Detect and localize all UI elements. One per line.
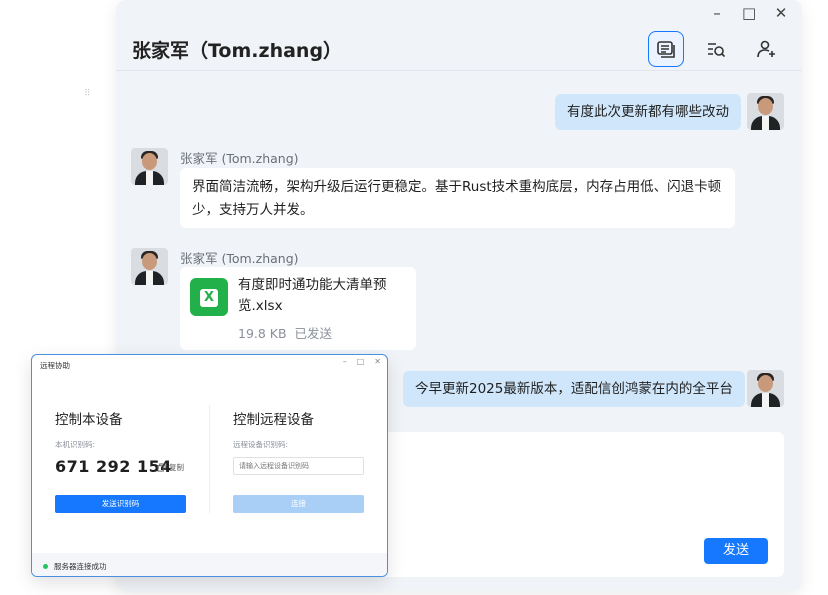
contact-avatar[interactable] xyxy=(131,148,168,185)
chat-history-button[interactable] xyxy=(648,31,684,67)
chat-history-icon xyxy=(657,41,675,58)
file-name: 有度即时通功能大清单预览.xlsx xyxy=(238,277,387,314)
header-toolbar xyxy=(648,31,784,67)
minimize-button[interactable]: – xyxy=(710,4,724,22)
local-code-label: 本机识别码: xyxy=(55,440,96,449)
close-button[interactable]: ✕ xyxy=(774,4,788,22)
search-messages-button[interactable] xyxy=(698,31,734,67)
my-avatar[interactable] xyxy=(747,93,784,130)
message-bubble-outgoing: 今早更新2025最新版本，适配信创鸿蒙在内的全平台 xyxy=(403,371,745,407)
file-attachment[interactable]: X 有度即时通功能大清单预览.xlsx 19.8 KB 已发送 xyxy=(180,267,416,350)
sender-name: 张家军 (Tom.zhang) xyxy=(180,251,299,266)
remote-window-controls: – □ ✕ xyxy=(343,357,381,366)
add-member-button[interactable] xyxy=(748,31,784,67)
maximize-button[interactable]: □ xyxy=(742,4,756,22)
local-device-code: 671 292 154 xyxy=(55,457,172,476)
send-button[interactable]: 发送 xyxy=(704,538,768,564)
copy-label: 复制 xyxy=(169,463,184,472)
sidebar-placeholder-icon: ⠿ xyxy=(84,89,91,99)
remote-maximize-button[interactable]: □ xyxy=(357,357,365,366)
copy-button[interactable]: 复制 xyxy=(157,462,184,473)
file-size: 19.8 KB xyxy=(238,326,287,341)
remote-code-input[interactable] xyxy=(233,457,364,475)
remote-code-label: 远程设备识别码: xyxy=(233,440,289,449)
connect-button[interactable]: 连接 xyxy=(233,495,364,513)
window-controls: – □ ✕ xyxy=(710,4,788,22)
contact-avatar[interactable] xyxy=(131,248,168,285)
remote-device-title: 控制远程设备 xyxy=(233,412,314,428)
my-avatar[interactable] xyxy=(747,370,784,407)
status-indicator-icon xyxy=(43,564,48,569)
connection-status: 服务器连接成功 xyxy=(54,562,107,571)
header-divider xyxy=(116,70,802,71)
column-divider xyxy=(209,405,210,513)
local-device-title: 控制本设备 xyxy=(55,412,123,428)
chat-title: 张家军（Tom.zhang） xyxy=(132,40,343,62)
remote-minimize-button[interactable]: – xyxy=(343,357,347,366)
search-list-icon xyxy=(708,43,726,58)
remote-window-title: 远程协助 xyxy=(40,361,70,370)
message-bubble-incoming: 界面简洁流畅，架构升级后运行更稳定。基于Rust技术重构底层，内存占用低、闪退卡… xyxy=(180,168,735,228)
remote-assist-window: 远程协助 – □ ✕ 控制本设备 本机识别码: 671 292 154 复制 发… xyxy=(31,354,388,577)
copy-icon xyxy=(157,463,166,472)
remote-close-button[interactable]: ✕ xyxy=(374,357,381,366)
file-status: 已发送 xyxy=(294,326,333,341)
message-bubble-outgoing: 有度此次更新都有哪些改动 xyxy=(555,94,741,130)
send-code-button[interactable]: 发送识别码 xyxy=(55,495,186,513)
sender-name: 张家军 (Tom.zhang) xyxy=(180,151,299,166)
excel-file-icon: X xyxy=(190,278,228,316)
add-user-icon xyxy=(757,40,775,58)
file-meta: 19.8 KB 已发送 xyxy=(238,323,332,342)
